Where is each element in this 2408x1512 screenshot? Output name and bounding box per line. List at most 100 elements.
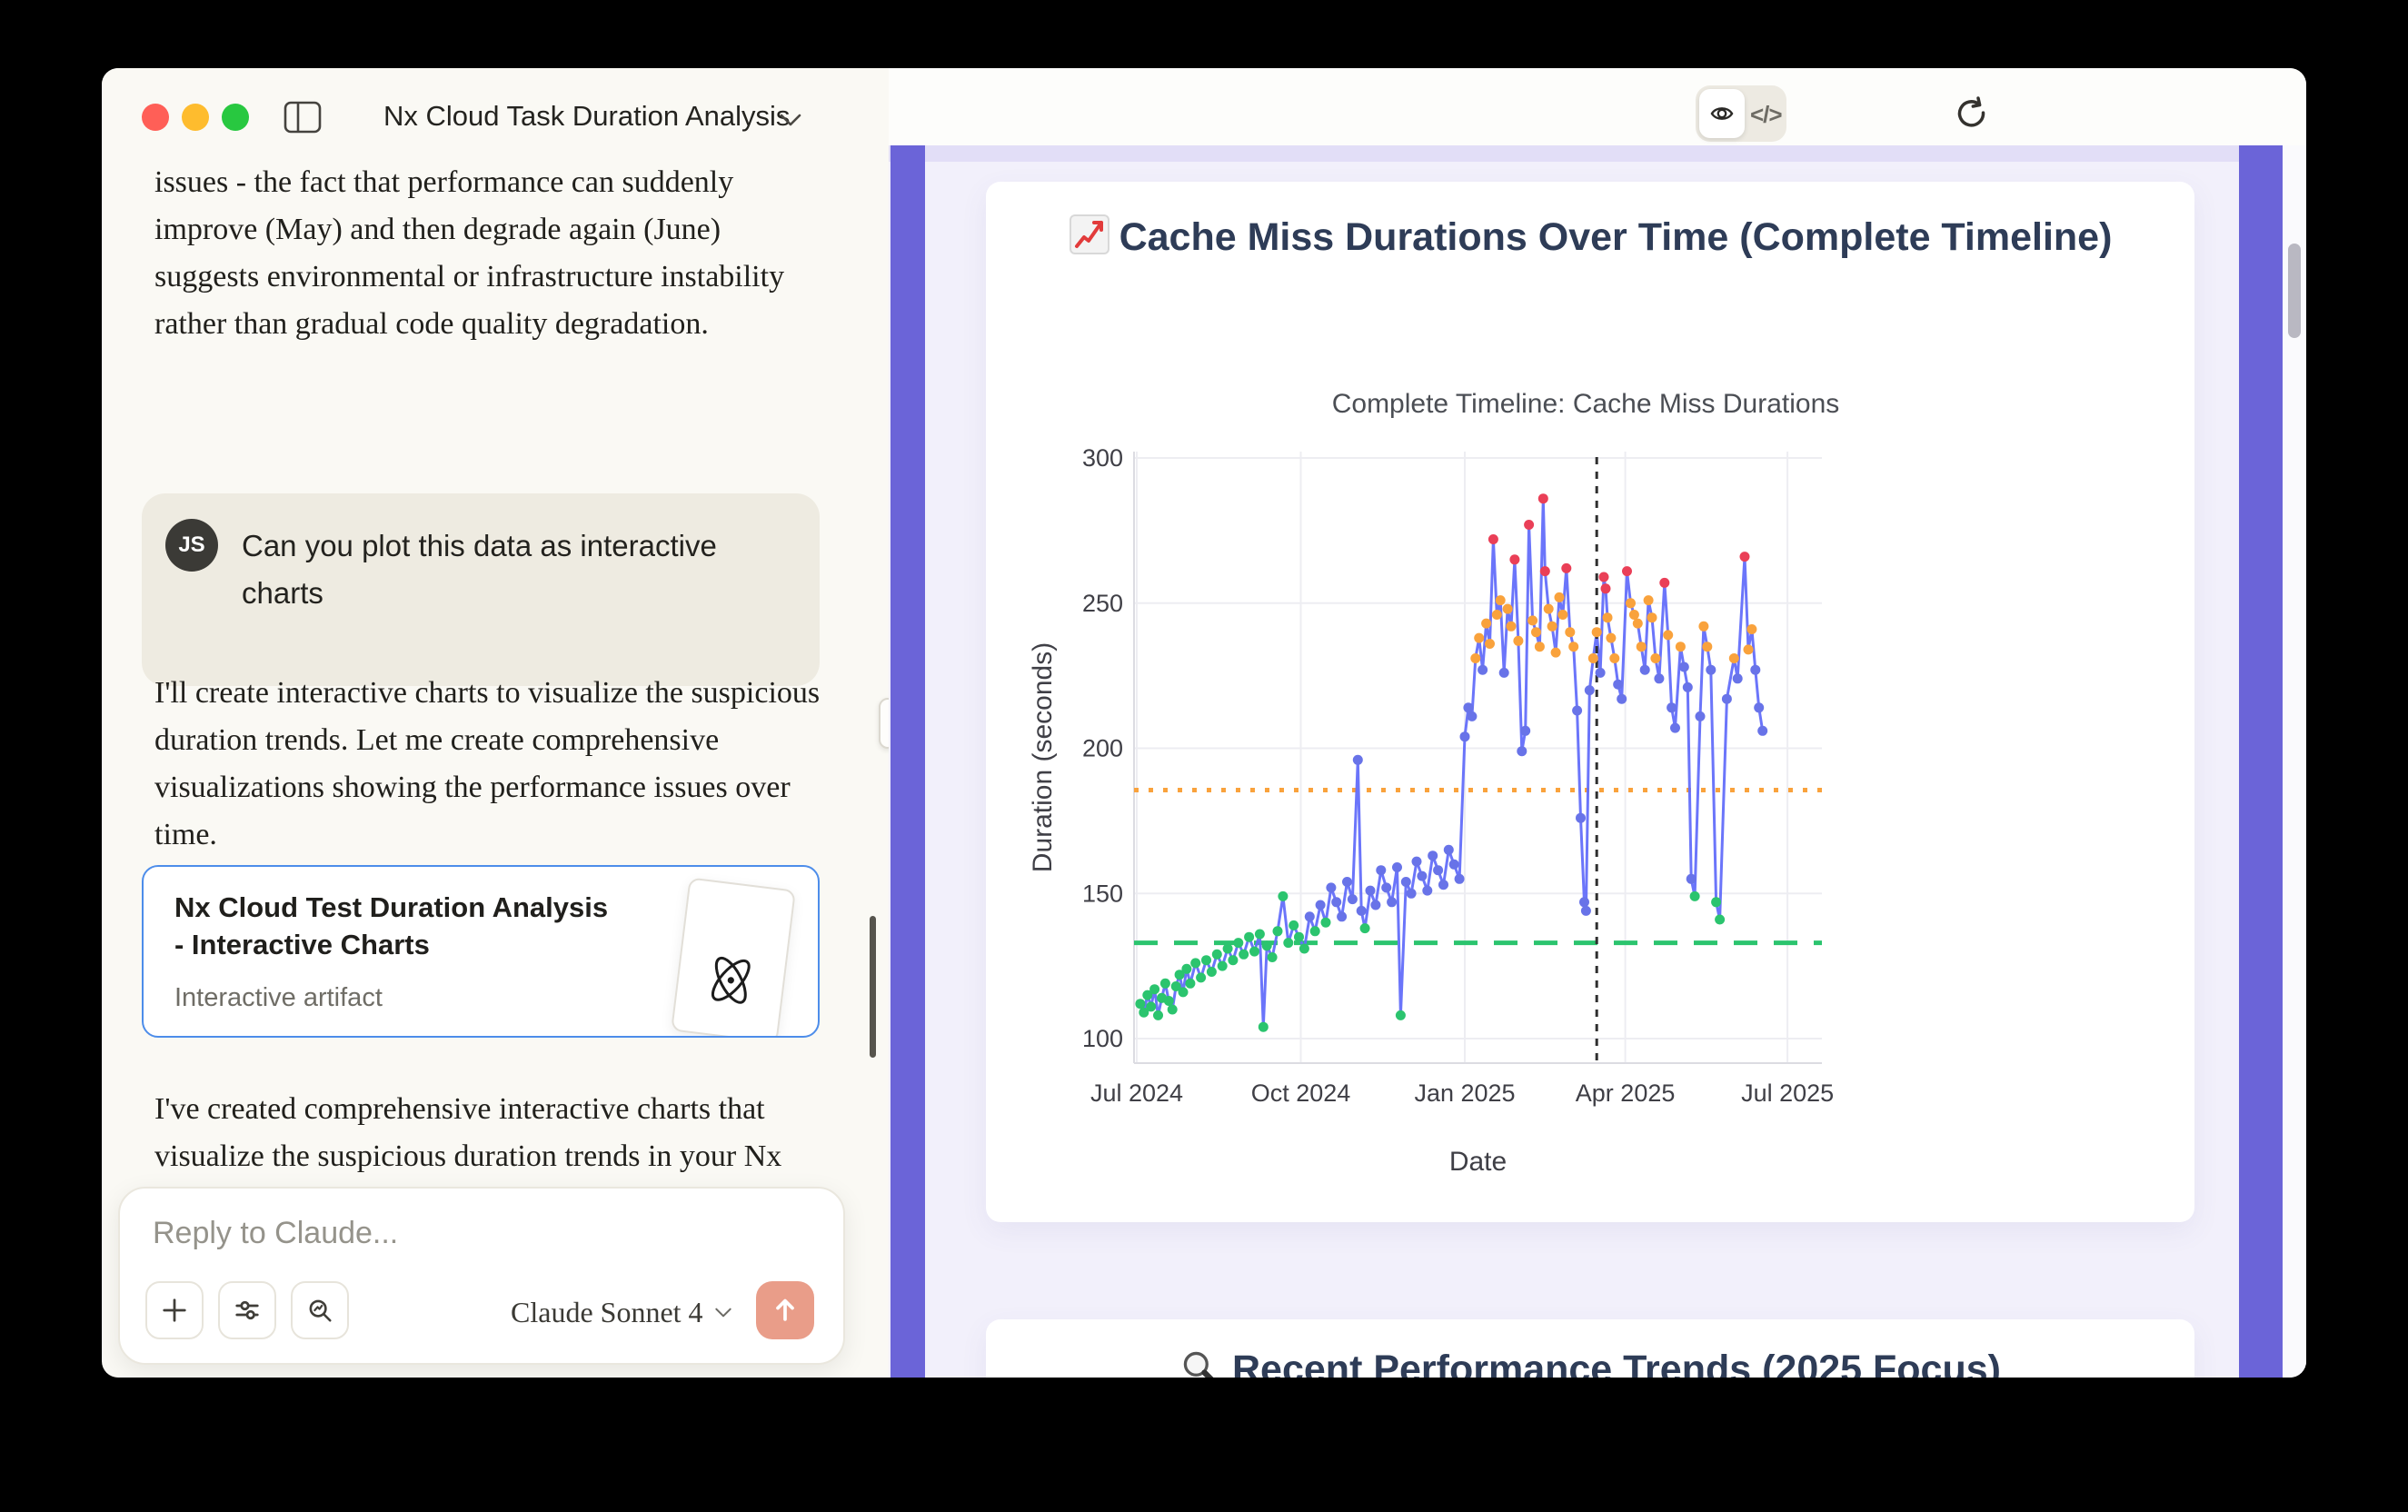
attach-button[interactable] [145, 1281, 204, 1339]
timeline-chart[interactable]: 100150200250300Jul 2024Oct 2024Jan 2025A… [986, 182, 2194, 1222]
data-point[interactable] [1579, 897, 1589, 907]
data-point[interactable] [1572, 706, 1582, 716]
data-point[interactable] [1228, 955, 1238, 965]
data-point[interactable] [1520, 726, 1530, 736]
data-point[interactable] [1633, 619, 1643, 629]
data-point[interactable] [1376, 865, 1386, 875]
data-point[interactable] [1696, 711, 1706, 721]
data-point[interactable] [1259, 1022, 1269, 1032]
data-point[interactable] [1164, 996, 1174, 1006]
data-point[interactable] [1310, 926, 1320, 936]
view-toggle[interactable]: </> [1696, 85, 1786, 142]
send-button[interactable] [756, 1281, 814, 1339]
reply-input[interactable]: Reply to Claude... [153, 1216, 398, 1251]
data-point[interactable] [1687, 874, 1697, 884]
code-toggle-button[interactable]: </> [1750, 101, 1782, 129]
data-point[interactable] [1321, 918, 1331, 928]
data-point[interactable] [1551, 648, 1561, 658]
data-point[interactable] [1357, 906, 1367, 916]
data-point[interactable] [1268, 952, 1278, 962]
data-point[interactable] [1289, 920, 1299, 930]
data-point[interactable] [1353, 755, 1363, 765]
data-point[interactable] [1676, 642, 1686, 652]
preview-toggle-button[interactable] [1699, 89, 1745, 138]
data-point[interactable] [1592, 627, 1602, 637]
data-point[interactable] [1223, 944, 1233, 954]
data-point[interactable] [1168, 1005, 1178, 1015]
data-point[interactable] [1470, 653, 1480, 663]
data-point[interactable] [1146, 1001, 1156, 1011]
data-point[interactable] [1585, 685, 1595, 695]
data-point[interactable] [1557, 610, 1567, 620]
data-point[interactable] [1460, 731, 1470, 741]
data-point[interactable] [1603, 612, 1613, 622]
data-point[interactable] [1249, 947, 1259, 957]
data-point[interactable] [1185, 979, 1195, 989]
data-point[interactable] [1428, 850, 1438, 860]
data-point[interactable] [1360, 923, 1370, 933]
data-point[interactable] [1729, 653, 1739, 663]
data-point[interactable] [1654, 673, 1664, 683]
data-point[interactable] [1540, 566, 1550, 576]
data-point[interactable] [1160, 979, 1170, 989]
data-point[interactable] [1412, 857, 1422, 867]
data-point[interactable] [1262, 940, 1272, 950]
data-point[interactable] [1401, 877, 1411, 887]
data-point[interactable] [1449, 860, 1459, 870]
data-point[interactable] [1366, 886, 1376, 896]
data-point[interactable] [1663, 630, 1673, 640]
data-point[interactable] [1381, 882, 1391, 892]
data-point[interactable] [1722, 694, 1732, 704]
data-point[interactable] [1149, 984, 1159, 994]
data-point[interactable] [1613, 680, 1623, 690]
data-point[interactable] [1606, 633, 1616, 643]
artifact-scrollbar-thumb[interactable] [2288, 244, 2301, 338]
data-point[interactable] [1181, 964, 1191, 974]
data-point[interactable] [1179, 987, 1189, 997]
data-point[interactable] [1422, 886, 1432, 896]
sidebar-toggle-icon[interactable] [284, 101, 322, 134]
data-point[interactable] [1544, 604, 1554, 614]
data-point[interactable] [1524, 520, 1534, 530]
data-point[interactable] [1637, 642, 1647, 652]
data-point[interactable] [1326, 882, 1336, 892]
data-point[interactable] [1617, 694, 1627, 704]
data-point[interactable] [1153, 1010, 1163, 1020]
data-point[interactable] [1396, 1010, 1406, 1020]
data-point[interactable] [1599, 572, 1609, 582]
data-point[interactable] [1581, 906, 1591, 916]
data-point[interactable] [1507, 622, 1517, 632]
data-point[interactable] [1698, 622, 1708, 632]
data-point[interactable] [1218, 961, 1228, 971]
data-point[interactable] [1438, 880, 1448, 890]
data-point[interactable] [1706, 665, 1716, 675]
data-point[interactable] [1588, 653, 1598, 663]
data-point[interactable] [1629, 610, 1639, 620]
data-point[interactable] [1481, 619, 1491, 629]
data-point[interactable] [1201, 955, 1211, 965]
data-point[interactable] [1433, 865, 1443, 875]
data-point[interactable] [1305, 911, 1315, 921]
data-point[interactable] [1316, 900, 1326, 910]
data-point[interactable] [1233, 938, 1243, 948]
data-point[interactable] [1244, 932, 1254, 942]
data-point[interactable] [1568, 642, 1578, 652]
data-point[interactable] [1387, 897, 1397, 907]
data-point[interactable] [1499, 668, 1509, 678]
data-point[interactable] [1513, 636, 1523, 646]
data-point[interactable] [1535, 642, 1545, 652]
data-point[interactable] [1509, 554, 1519, 564]
artifact-link-card[interactable]: Nx Cloud Test Duration Analysis - Intera… [142, 865, 820, 1038]
data-point[interactable] [1683, 682, 1693, 692]
data-point[interactable] [1496, 595, 1506, 605]
data-point[interactable] [1239, 950, 1249, 960]
data-point[interactable] [1444, 845, 1454, 855]
data-point[interactable] [1485, 639, 1495, 649]
data-point[interactable] [1517, 746, 1527, 756]
data-point[interactable] [1667, 702, 1677, 712]
traffic-minimize-button[interactable] [182, 104, 209, 131]
data-point[interactable] [1492, 610, 1502, 620]
tools-button[interactable] [218, 1281, 276, 1339]
data-point[interactable] [1754, 702, 1764, 712]
data-point[interactable] [1455, 874, 1465, 884]
